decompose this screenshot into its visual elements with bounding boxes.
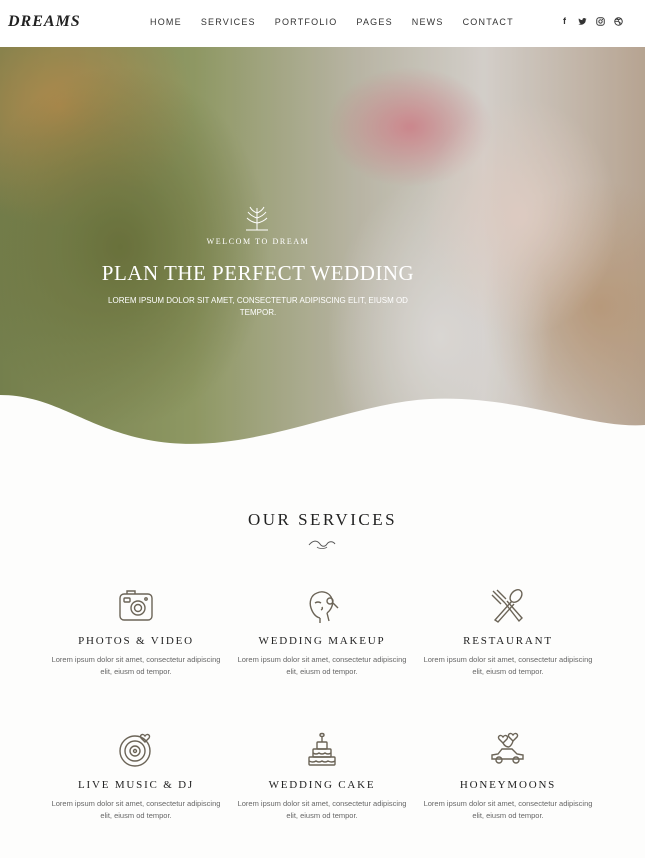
service-title: RESTAURANT (463, 635, 553, 647)
social-links: f (560, 17, 623, 26)
vinyl-record-icon (119, 733, 151, 767)
service-description: Lorem ipsum dolor sit amet, consectetur … (51, 655, 221, 676)
service-honeymoons[interactable]: HONEYMOONS Lorem ipsum dolor sit amet, c… (423, 731, 593, 822)
instagram-icon[interactable] (596, 17, 605, 26)
service-description: Lorem ipsum dolor sit amet, consectetur … (423, 799, 593, 820)
twitter-icon[interactable] (578, 17, 587, 26)
nav-home[interactable]: HOME (150, 17, 182, 27)
service-wedding-makeup[interactable]: WEDDING MAKEUP Lorem ipsum dolor sit ame… (237, 587, 407, 678)
service-title: WEDDING MAKEUP (258, 635, 386, 647)
main-nav: HOME SERVICES PORTFOLIO PAGES NEWS CONTA… (150, 17, 533, 27)
service-wedding-cake[interactable]: WEDDING CAKE Lorem ipsum dolor sit amet,… (237, 731, 407, 822)
nav-contact[interactable]: CONTACT (463, 17, 514, 27)
site-logo[interactable]: DREAMS (8, 13, 81, 31)
service-title: HONEYMOONS (459, 779, 557, 791)
nav-services[interactable]: SERVICES (201, 17, 256, 27)
nav-portfolio[interactable]: PORTFOLIO (275, 17, 338, 27)
service-description: Lorem ipsum dolor sit amet, consectetur … (237, 799, 407, 820)
hero-banner: WELCOM TO DREAM PLAN THE PERFECT WEDDING… (0, 47, 645, 465)
car-hearts-icon (491, 732, 524, 764)
dribbble-icon[interactable] (614, 17, 623, 26)
service-title: LIVE MUSIC & DJ (78, 779, 194, 791)
hero-welcome-text: WELCOM TO DREAM (206, 237, 310, 246)
services-heading: OUR SERVICES (247, 510, 398, 529)
fork-spoon-icon (491, 589, 523, 623)
sprig-icon (246, 206, 268, 231)
nav-pages[interactable]: PAGES (356, 17, 392, 27)
hero-wave-divider (0, 395, 645, 465)
nav-news[interactable]: NEWS (412, 17, 444, 27)
service-description: Lorem ipsum dolor sit amet, consectetur … (51, 799, 221, 820)
service-photos-video[interactable]: PHOTOS & VIDEO Lorem ipsum dolor sit ame… (51, 587, 221, 678)
camera-icon (119, 590, 153, 621)
hero-title: PLAN THE PERFECT WEDDING (101, 261, 415, 285)
service-title: PHOTOS & VIDEO (78, 635, 194, 647)
service-live-music-dj[interactable]: LIVE MUSIC & DJ Lorem ipsum dolor sit am… (51, 731, 221, 822)
cake-icon (308, 732, 336, 766)
service-description: Lorem ipsum dolor sit amet, consectetur … (237, 655, 407, 676)
service-title: WEDDING CAKE (268, 779, 376, 791)
site-header: DREAMS HOME SERVICES PORTFOLIO PAGES NEW… (0, 0, 645, 47)
service-restaurant[interactable]: RESTAURANT Lorem ipsum dolor sit amet, c… (423, 587, 593, 678)
flourish-icon (308, 540, 336, 549)
facebook-icon[interactable]: f (560, 17, 569, 26)
makeup-icon (309, 591, 339, 623)
hero-subtitle: LOREM IPSUM DOLOR SIT AMET, CONSECTETUR … (108, 296, 408, 317)
service-description: Lorem ipsum dolor sit amet, consectetur … (423, 655, 593, 676)
